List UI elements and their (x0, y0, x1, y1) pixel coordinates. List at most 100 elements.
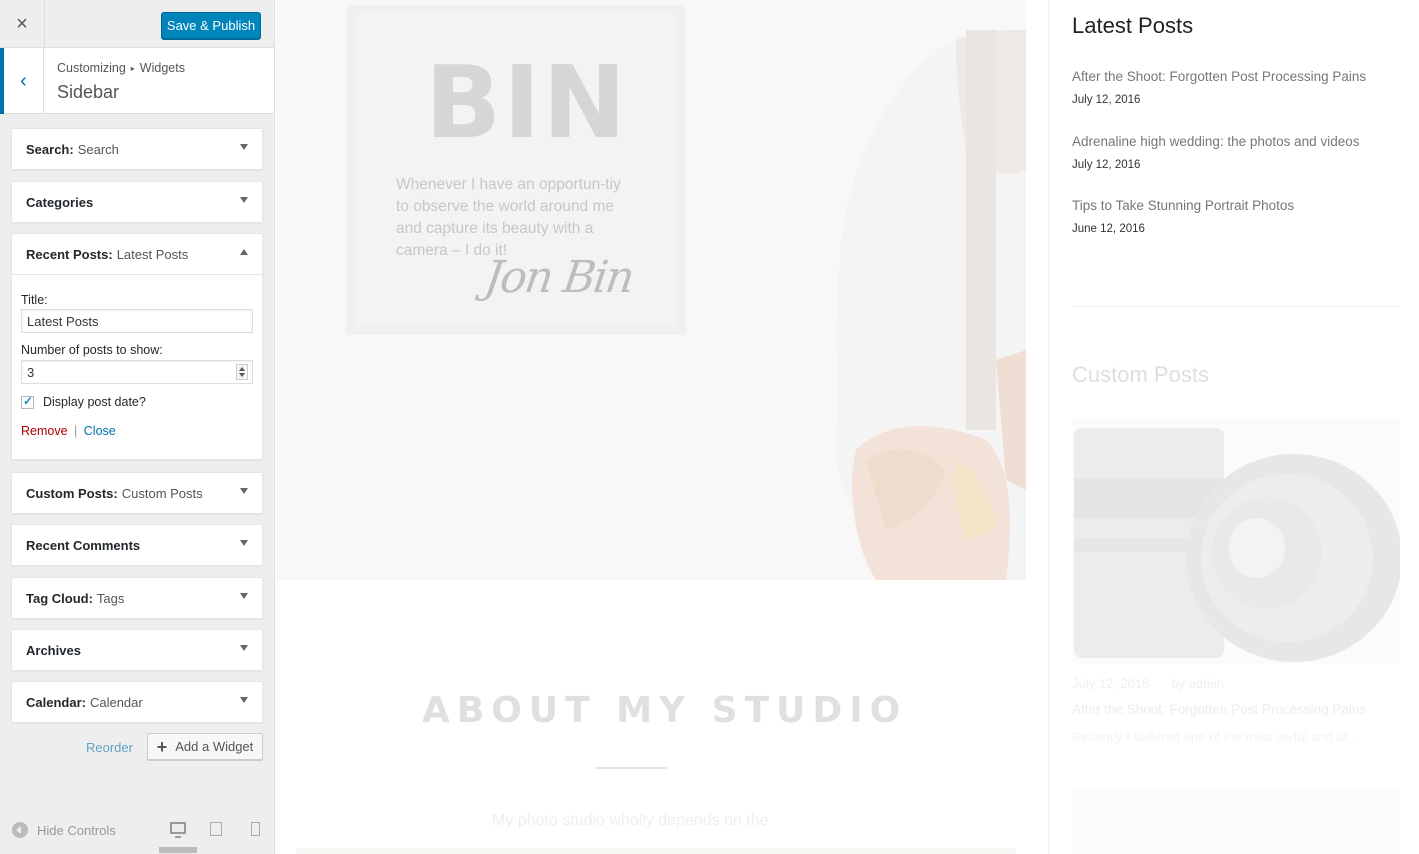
latest-posts-title: Latest Posts (1072, 13, 1194, 38)
stepper-arrows-icon[interactable] (236, 364, 248, 380)
widget-name: Archives (26, 642, 81, 658)
widget-tag-cloud: Tag Cloud: Tags (11, 577, 263, 619)
hero-portrait-image (836, 30, 1026, 580)
hero-quote: Whenever I have an opportun-tiy to obser… (396, 176, 621, 259)
widget-recent-comments-header[interactable]: Recent Comments (12, 525, 262, 565)
breadcrumb-separator-icon: ▸ (130, 64, 135, 73)
section-header: ‹ Customizing ▸ Widgets Sidebar (0, 48, 274, 114)
sidebar-divider (1072, 306, 1400, 307)
post-date: June 12, 2016 (1072, 223, 1145, 235)
close-icon[interactable]: × (0, 0, 45, 48)
post-link[interactable]: Adrenaline high wedding: the photos and … (1072, 134, 1402, 149)
title-label: Title: (21, 293, 48, 307)
hero-card: ⁀ BIN Whenever I have an opportun-tiy to… (346, 0, 686, 335)
save-publish-button[interactable]: Save & Publish (161, 12, 261, 39)
custom-post-title[interactable]: After the Shoot: Forgotten Post Processi… (1072, 702, 1366, 717)
tablet-icon[interactable] (210, 822, 222, 836)
widget-calendar-header[interactable]: Calendar: Calendar (12, 682, 262, 722)
breadcrumb-root: Customizing (57, 61, 126, 75)
active-device-indicator (159, 847, 197, 853)
widget-subtitle: Search (77, 141, 119, 157)
back-icon[interactable]: ‹ (0, 48, 44, 114)
hero-signature: Jon Bin (481, 252, 636, 303)
widget-tag-cloud-header[interactable]: Tag Cloud: Tags (12, 578, 262, 618)
remove-link[interactable]: Remove (21, 424, 68, 438)
hide-controls-label: Hide Controls (37, 822, 116, 838)
add-widget-label: Add a Widget (175, 739, 254, 754)
widget-archives-header[interactable]: Archives (12, 630, 262, 670)
display-date-label: Display post date? (43, 395, 146, 409)
customizer-footer: Hide Controls (0, 810, 275, 854)
widget-name: Categories (26, 194, 94, 210)
number-label: Number of posts to show: (21, 343, 163, 357)
section-title: Sidebar (57, 82, 120, 102)
custom-post-excerpt: Recently I suffered one of the most joyf… (1072, 729, 1358, 744)
preview-bottom-strip (296, 848, 1016, 854)
post-date: July 12, 2016 (1072, 94, 1141, 106)
post-link[interactable]: After the Shoot: Forgotten Post Processi… (1072, 69, 1402, 84)
widget-calendar: Calendar: Calendar (11, 681, 263, 723)
widget-custom-posts: Custom Posts: Custom Posts (11, 472, 263, 514)
list-item: Tips to Take Stunning Portrait Photos Ju… (1072, 198, 1402, 235)
widget-subtitle: Calendar (89, 694, 143, 710)
desktop-icon[interactable] (170, 822, 186, 838)
chevron-down-icon[interactable] (240, 488, 248, 494)
hero-section: ⁀ BIN Whenever I have an opportun-tiy to… (276, 0, 1026, 580)
link-separator: | (74, 424, 78, 438)
chevron-down-icon[interactable] (240, 197, 248, 203)
widget-subtitle: Latest Posts (116, 246, 189, 262)
widget-categories-header[interactable]: Categories (12, 182, 262, 222)
list-item: Adrenaline high wedding: the photos and … (1072, 134, 1402, 171)
number-of-posts-stepper[interactable]: 3 (21, 360, 253, 384)
widget-archives: Archives (11, 629, 263, 671)
widget-subtitle: Custom Posts (121, 485, 203, 501)
chevron-down-icon[interactable] (240, 697, 248, 703)
widget-name: Search: (26, 141, 74, 157)
customizer-header: × Save & Publish (0, 0, 274, 48)
hero-big-text: BIN (425, 44, 629, 161)
breadcrumb: Customizing ▸ Widgets (57, 61, 185, 75)
about-title: ABOUT MY STUDIO (422, 690, 908, 731)
site-sidebar: Latest Posts After the Shoot: Forgotten … (1048, 0, 1419, 854)
chevron-down-icon[interactable] (240, 540, 248, 546)
widget-recent-posts-header[interactable]: Recent Posts: Latest Posts (12, 234, 262, 274)
chevron-down-icon[interactable] (240, 645, 248, 651)
widget-subtitle: Tags (96, 590, 125, 606)
widget-name: Calendar: (26, 694, 86, 710)
widget-search: Search: Search (11, 128, 263, 170)
widget-name: Custom Posts: (26, 485, 118, 501)
chevron-down-icon[interactable] (240, 593, 248, 599)
post-link[interactable]: Tips to Take Stunning Portrait Photos (1072, 198, 1402, 213)
about-divider (595, 767, 667, 769)
custom-post-date: July 12, 2016 (1072, 676, 1150, 691)
customizer-panel: × Save & Publish ‹ Customizing ▸ Widgets S… (0, 0, 275, 854)
post-date: July 12, 2016 (1072, 159, 1141, 171)
chevron-down-icon[interactable] (240, 144, 248, 150)
chevron-up-icon[interactable] (240, 249, 248, 255)
reorder-link[interactable]: Reorder (86, 740, 133, 755)
custom-posts-title: Custom Posts (1072, 362, 1209, 387)
widget-name: Recent Comments (26, 537, 141, 553)
widget-custom-posts-header[interactable]: Custom Posts: Custom Posts (12, 473, 262, 513)
widget-name: Tag Cloud: (26, 590, 93, 606)
close-link[interactable]: Close (84, 424, 116, 438)
widget-recent-comments: Recent Comments (11, 524, 263, 566)
widget-search-header[interactable]: Search: Search (12, 129, 262, 169)
widget-name: Recent Posts: (26, 246, 113, 262)
number-value: 3 (27, 365, 35, 380)
site-preview: ⁀ BIN Whenever I have an opportun-tiy to… (276, 0, 1419, 854)
custom-post-meta: July 12, 2016 by admin (1072, 676, 1224, 691)
mobile-icon[interactable] (251, 822, 260, 836)
add-widget-button[interactable]: + Add a Widget (147, 733, 263, 760)
list-item: After the Shoot: Forgotten Post Processi… (1072, 69, 1402, 106)
widget-categories: Categories (11, 181, 263, 223)
plus-icon: + (156, 736, 168, 757)
title-input[interactable] (21, 309, 253, 333)
widget-form: Title: Number of posts to show: 3 Displa… (12, 274, 262, 438)
display-date-checkbox[interactable] (21, 394, 34, 409)
about-text: My photo studio wholly depends on the (492, 812, 769, 829)
camera-lens-image (1072, 418, 1400, 664)
custom-post-image (1072, 786, 1400, 854)
hide-controls-button[interactable]: Hide Controls (12, 822, 116, 838)
custom-post-author: by admin (1171, 676, 1225, 691)
